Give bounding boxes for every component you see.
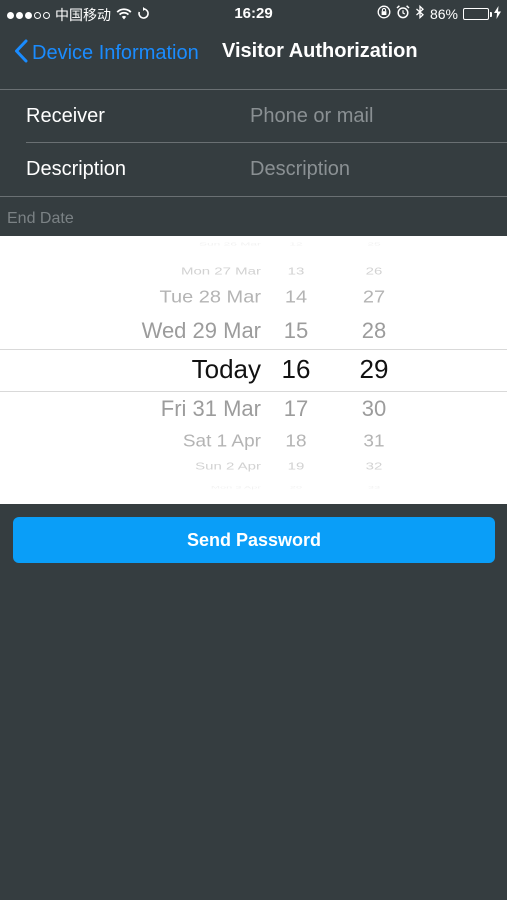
status-bar: 中国移动 16:29 86% (0, 0, 507, 28)
page-title: Visitor Authorization (222, 40, 418, 62)
picker-date-item[interactable]: Tue 28 Mar (159, 288, 261, 306)
picker-minute-item[interactable]: 32 (366, 462, 383, 472)
receiver-row: Receiver (0, 90, 507, 142)
picker-hour-item[interactable]: 12 (289, 242, 302, 246)
picker-date-item[interactable]: Wed 29 Mar (142, 320, 261, 342)
picker-minute-item[interactable]: 26 (366, 267, 383, 277)
alarm-icon (396, 5, 410, 22)
picker-date-item[interactable]: Fri 31 Mar (161, 398, 261, 420)
receiver-label: Receiver (26, 105, 105, 127)
picker-date-item-selected[interactable]: Today (192, 356, 261, 382)
picker-minute-item[interactable]: 25 (367, 242, 380, 246)
screen: 中国移动 16:29 86% Device Information Visito… (0, 0, 507, 900)
description-label: Description (26, 158, 127, 180)
back-button-label: Device Information (32, 42, 199, 64)
chevron-left-icon (14, 39, 28, 68)
picker-date-item[interactable]: Mon 27 Mar (181, 267, 261, 277)
battery-percent: 86% (429, 5, 458, 22)
bluetooth-icon (415, 4, 425, 22)
description-input[interactable] (250, 151, 490, 187)
picker-hour-item[interactable]: 17 (284, 398, 308, 420)
picker-minute-item-selected[interactable]: 29 (360, 356, 389, 382)
picker-hour-item-selected[interactable]: 16 (282, 356, 311, 382)
picker-minute-item[interactable]: 31 (363, 433, 384, 450)
picker-date-item[interactable]: Sat 1 Apr (183, 433, 261, 450)
picker-date-item[interactable]: Sun 2 Apr (195, 462, 261, 472)
picker-hour-item[interactable]: 18 (285, 433, 306, 450)
picker-selection-top-line (0, 349, 507, 350)
picker-hour-item[interactable]: 15 (284, 320, 308, 342)
receiver-input[interactable] (250, 98, 490, 134)
picker-date-item[interactable]: Mon 3 Apr (211, 485, 261, 490)
picker-hour-item[interactable]: 14 (285, 288, 307, 306)
battery-icon (463, 7, 492, 20)
end-date-picker[interactable]: Sun 26 Mar Mon 27 Mar Tue 28 Mar Wed 29 Mar… (0, 236, 507, 504)
charging-icon (494, 5, 501, 22)
divider (0, 196, 507, 197)
picker-hour-item[interactable]: 13 (288, 267, 305, 277)
navigation-bar: Device Information Visitor Authorization (0, 28, 507, 88)
send-password-button[interactable]: Send Password (13, 517, 495, 563)
end-date-label: End Date (7, 210, 74, 227)
picker-hour-item[interactable]: 20 (290, 485, 302, 490)
picker-minute-item[interactable]: 27 (363, 288, 385, 306)
picker-minute-item[interactable]: 33 (368, 485, 380, 490)
description-row: Description (0, 143, 507, 195)
picker-hour-item[interactable]: 19 (288, 462, 305, 472)
picker-date-item[interactable]: Sun 26 Mar (199, 242, 261, 246)
picker-minute-item[interactable]: 28 (362, 320, 386, 342)
picker-selection-bottom-line (0, 391, 507, 392)
back-button[interactable]: Device Information (14, 39, 199, 68)
status-right: 86% (377, 4, 501, 22)
picker-minute-item[interactable]: 30 (362, 398, 386, 420)
orientation-lock-icon (377, 5, 391, 22)
